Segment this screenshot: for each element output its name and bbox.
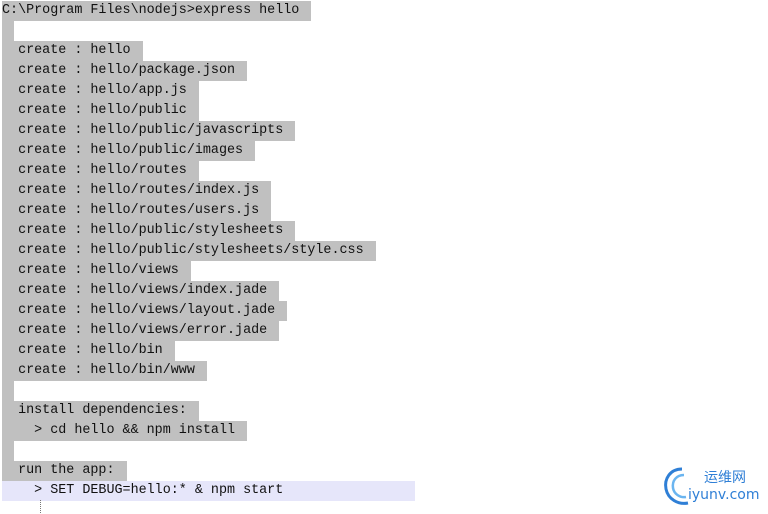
create-line: create : hello/public/images	[2, 141, 472, 161]
run-command: > SET DEBUG=hello:* & npm start	[2, 481, 472, 501]
create-line: create : hello/routes/users.js	[2, 201, 472, 221]
create-line: create : hello/views/layout.jade	[2, 301, 472, 321]
create-line: create : hello/bin	[2, 341, 472, 361]
create-line: create : hello/routes/index.js	[2, 181, 472, 201]
create-line: create : hello/public	[2, 101, 472, 121]
prompt-line: C:\Program Files\nodejs>express hello	[2, 1, 472, 21]
watermark-url-text: iyunv.com	[688, 487, 760, 503]
create-line: create : hello/app.js	[2, 81, 472, 101]
create-line: create : hello/package.json	[2, 61, 472, 81]
run-header: run the app:	[2, 461, 472, 481]
create-line: create : hello/public/stylesheets	[2, 221, 472, 241]
create-line: create : hello/public/javascripts	[2, 121, 472, 141]
create-line: create : hello/routes	[2, 161, 472, 181]
blank-line	[2, 441, 472, 461]
watermark-cn-text: 运维网	[704, 470, 746, 486]
blank-line	[2, 381, 472, 401]
create-line: create : hello/views/index.jade	[2, 281, 472, 301]
create-line: create : hello	[2, 41, 472, 61]
text-cursor-guide	[40, 500, 42, 513]
console-output: C:\Program Files\nodejs>express hello cr…	[2, 1, 472, 501]
create-line: create : hello/views	[2, 261, 472, 281]
blank-line	[2, 21, 472, 41]
prompt-text: C:\Program Files\nodejs>express hello	[2, 1, 312, 21]
create-line: create : hello/views/error.jade	[2, 321, 472, 341]
watermark-logo: 运维网 iyunv.com	[662, 463, 766, 511]
create-line: create : hello/public/stylesheets/style.…	[2, 241, 472, 261]
create-line: create : hello/bin/www	[2, 361, 472, 381]
install-header: install dependencies:	[2, 401, 472, 421]
install-command: > cd hello && npm install	[2, 421, 472, 441]
